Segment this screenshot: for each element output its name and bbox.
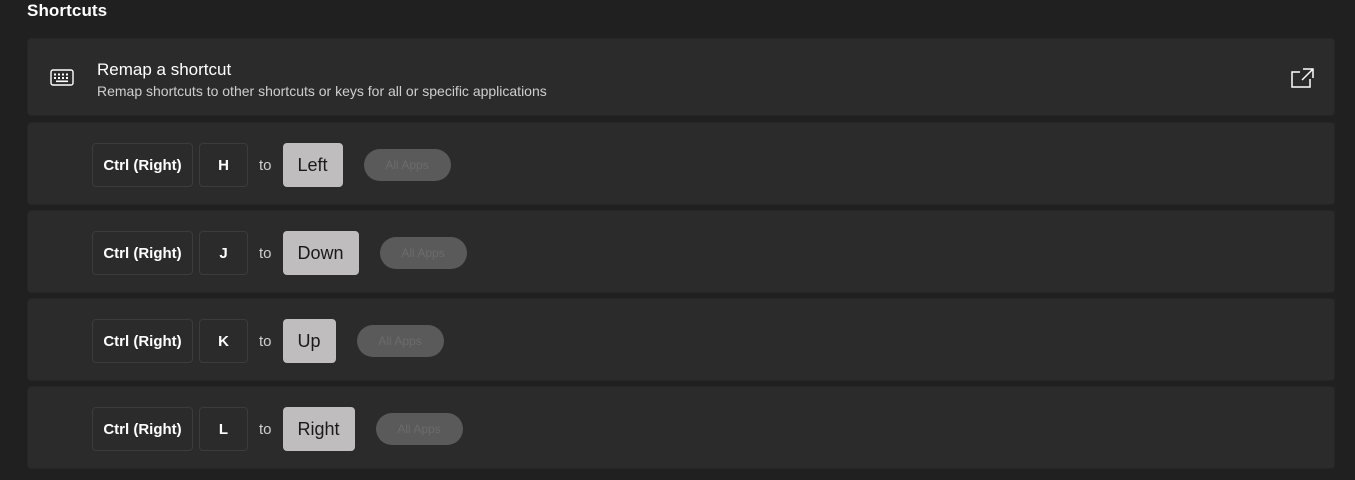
modifier-key: Ctrl (Right): [92, 319, 193, 363]
to-label: to: [259, 420, 272, 438]
remap-shortcut-card[interactable]: Remap a shortcut Remap shortcuts to othe…: [27, 38, 1335, 116]
shortcut-mapping-row: Ctrl (Right) K to Up All Apps: [27, 298, 1335, 381]
to-label: to: [259, 244, 272, 262]
open-external-icon[interactable]: [1289, 67, 1315, 89]
target-key: Up: [282, 319, 336, 363]
shortcut-mapping-row: Ctrl (Right) J to Down All Apps: [27, 210, 1335, 293]
to-label: to: [259, 156, 272, 174]
shortcut-mapping-row: Ctrl (Right) L to Right All Apps: [27, 386, 1335, 469]
shortcut-mapping-row: Ctrl (Right) H to Left All Apps: [27, 122, 1335, 205]
remap-shortcut-description: Remap shortcuts to other shortcuts or ke…: [97, 83, 547, 99]
to-label: to: [259, 332, 272, 350]
shortcut-key: K: [199, 319, 248, 363]
modifier-key: Ctrl (Right): [92, 231, 193, 275]
modifier-key: Ctrl (Right): [92, 407, 193, 451]
shortcuts-page: Shortcuts Remap a shortcut Remap shortcu…: [0, 0, 1355, 480]
app-scope-badge: All Apps: [363, 149, 451, 181]
shortcut-key: J: [199, 231, 248, 275]
shortcut-key: H: [199, 143, 248, 187]
remap-shortcut-title: Remap a shortcut: [97, 60, 232, 79]
target-key: Left: [282, 143, 343, 187]
target-key: Right: [282, 407, 355, 451]
section-title: Shortcuts: [27, 1, 108, 20]
keyboard-icon: [50, 69, 74, 86]
modifier-key: Ctrl (Right): [92, 143, 193, 187]
shortcut-key: L: [199, 407, 248, 451]
target-key: Down: [282, 231, 359, 275]
app-scope-badge: All Apps: [375, 413, 463, 445]
app-scope-badge: All Apps: [356, 325, 444, 357]
app-scope-badge: All Apps: [379, 237, 467, 269]
